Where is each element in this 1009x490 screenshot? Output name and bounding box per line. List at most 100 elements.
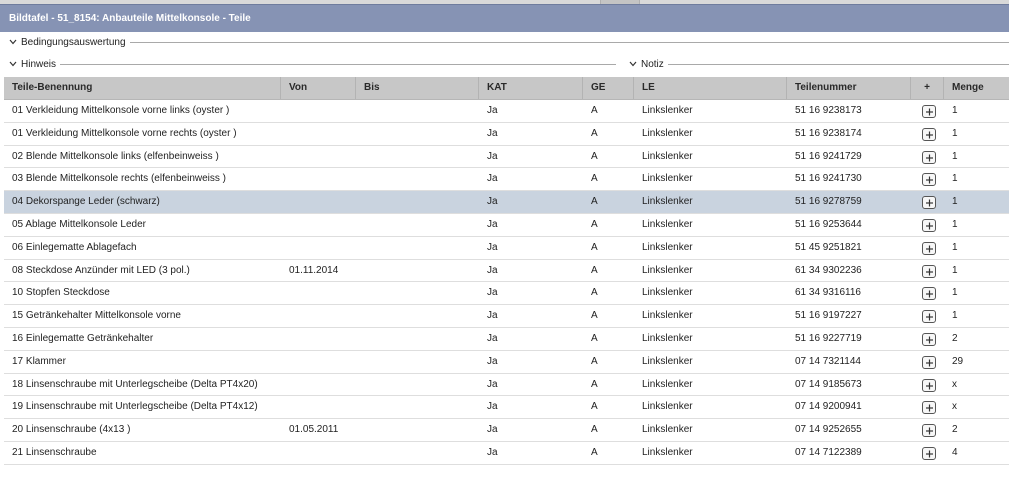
cell-teilenummer: 51 16 9278759	[795, 196, 862, 208]
section-hinweis[interactable]: Hinweis	[8, 57, 616, 71]
cell-bis	[356, 396, 479, 418]
cell-name: 05 Ablage Mittelkonsole Leder	[12, 218, 146, 230]
table-row[interactable]: 05 Ablage Mittelkonsole Leder Ja A Linkslen…	[4, 213, 1009, 237]
cell-teilenummer: 07 14 7122389	[795, 446, 862, 458]
cell-ge: A	[591, 150, 598, 162]
add-to-cart-button[interactable]	[922, 218, 936, 232]
cell-name: 17 Klammer	[12, 355, 66, 367]
cell-von	[281, 305, 356, 327]
add-to-cart-button[interactable]	[922, 287, 936, 301]
table-row[interactable]: 01 Verkleidung Mittelkonsole vorne recht…	[4, 122, 1009, 146]
cell-bis	[356, 351, 479, 373]
table-row[interactable]: 19 Linsenschraube mit Unterlegscheibe (D…	[4, 396, 1009, 420]
plus-icon	[926, 268, 933, 276]
add-to-cart-button[interactable]	[922, 196, 936, 210]
cell-von	[281, 328, 356, 350]
table-row[interactable]: 06 Einlegematte Ablagefach Ja A Linkslenker…	[4, 236, 1009, 260]
cell-le: Linkslenker	[642, 127, 693, 139]
cell-name: 20 Linsenschraube (4x13 )	[12, 424, 131, 436]
cell-von	[281, 146, 356, 168]
col-header-name[interactable]: Teile-Benennung	[4, 77, 281, 99]
section-notiz[interactable]: Notiz	[628, 57, 1009, 71]
col-header-plus[interactable]: +	[911, 77, 944, 99]
add-to-cart-button[interactable]	[922, 150, 936, 164]
add-to-cart-button[interactable]	[922, 310, 936, 324]
cell-menge: 4	[952, 446, 958, 458]
cell-le: Linkslenker	[642, 446, 693, 458]
section-bedingungsauswertung[interactable]: Bedingungsauswertung	[8, 35, 1009, 49]
table-row[interactable]: 01 Verkleidung Mittelkonsole vorne links…	[4, 100, 1009, 123]
table-row[interactable]: 03 Blende Mittelkonsole rechts (elfenbei…	[4, 168, 1009, 192]
chevron-down-icon	[9, 39, 17, 45]
add-to-cart-button[interactable]	[922, 424, 936, 438]
table-row[interactable]: 10 Stopfen Steckdose Ja A Linkslenker 61 34 …	[4, 282, 1009, 306]
col-header-ge[interactable]: GE	[583, 77, 634, 99]
cell-kat: Ja	[487, 127, 498, 139]
col-header-teilenummer[interactable]: Teilenummer	[787, 77, 911, 99]
cell-teilenummer: 51 16 9238174	[795, 127, 862, 139]
cell-bis	[356, 146, 479, 168]
table-row[interactable]: 21 Linsenschraube Ja A Linkslenker 07 14 712…	[4, 441, 1009, 465]
cell-kat: Ja	[487, 150, 498, 162]
add-to-cart-button[interactable]	[922, 105, 936, 118]
add-to-cart-button[interactable]	[922, 378, 936, 392]
cell-kat: Ja	[487, 401, 498, 413]
cell-teilenummer: 07 14 7321144	[795, 355, 861, 367]
cell-bis	[356, 100, 479, 122]
cell-teilenummer: 51 16 9253644	[795, 218, 862, 230]
cell-von	[281, 123, 356, 145]
table-row[interactable]: 16 Einlegematte Getränkehalter Ja A Linksle…	[4, 327, 1009, 351]
col-header-menge[interactable]: Menge	[944, 77, 1009, 99]
cell-kat: Ja	[487, 105, 498, 116]
add-to-cart-button[interactable]	[922, 355, 936, 369]
add-to-cart-button[interactable]	[922, 241, 936, 255]
cell-kat: Ja	[487, 173, 498, 185]
cell-menge: x	[952, 401, 957, 413]
plus-icon	[926, 359, 933, 367]
table-row[interactable]: 02 Blende Mittelkonsole links (elfenbein…	[4, 145, 1009, 169]
table-row[interactable]: 15 Getränkehalter Mittelkonsole vorne Ja A…	[4, 305, 1009, 328]
col-header-kat[interactable]: KAT	[479, 77, 583, 99]
col-header-bis[interactable]: Bis	[356, 77, 479, 99]
cell-le: Linkslenker	[642, 310, 693, 322]
col-header-le[interactable]: LE	[634, 77, 787, 99]
cell-ge: A	[591, 287, 598, 299]
cell-le: Linkslenker	[642, 287, 693, 299]
add-to-cart-button[interactable]	[922, 401, 936, 415]
cell-name: 01 Verkleidung Mittelkonsole vorne links…	[12, 105, 230, 116]
cell-menge: 1	[952, 150, 958, 162]
section-divider	[129, 41, 1009, 43]
plus-icon	[926, 382, 933, 390]
cell-bis	[356, 282, 479, 304]
table-row[interactable]: 20 Linsenschraube (4x13 ) 01.05.2011 Ja A Li…	[4, 419, 1009, 442]
plus-icon	[926, 154, 933, 162]
cell-name: 06 Einlegematte Ablagefach	[12, 241, 137, 253]
cell-von	[281, 168, 356, 190]
cell-teilenummer: 51 16 9238173	[795, 105, 862, 116]
cell-le: Linkslenker	[642, 264, 693, 276]
cell-le: Linkslenker	[642, 424, 693, 436]
table-row[interactable]: 17 Klammer Ja A Linkslenker 07 14 7321144 29	[4, 350, 1009, 374]
cell-menge: 2	[952, 424, 958, 436]
add-to-cart-button[interactable]	[922, 332, 936, 346]
cell-ge: A	[591, 378, 598, 390]
cell-menge: 1	[952, 173, 958, 185]
table-row[interactable]: 08 Steckdose Anzünder mit LED (3 pol.) 01…	[4, 259, 1009, 283]
cell-teilenummer: 51 16 9227719	[795, 332, 862, 344]
add-to-cart-button[interactable]	[922, 127, 936, 141]
cell-le: Linkslenker	[642, 150, 693, 162]
plus-icon	[926, 199, 933, 207]
cell-le: Linkslenker	[642, 105, 693, 116]
add-to-cart-button[interactable]	[922, 264, 936, 278]
cell-le: Linkslenker	[642, 173, 693, 185]
cell-le: Linkslenker	[642, 355, 693, 367]
cell-ge: A	[591, 127, 598, 139]
cell-ge: A	[591, 196, 598, 208]
add-to-cart-button[interactable]	[922, 173, 936, 187]
col-header-von[interactable]: Von	[281, 77, 356, 99]
add-to-cart-button[interactable]	[922, 446, 936, 460]
table-row[interactable]: 18 Linsenschraube mit Unterlegscheibe (D…	[4, 373, 1009, 397]
plus-icon	[926, 131, 933, 139]
plus-icon	[926, 245, 933, 253]
table-row[interactable]: 04 Dekorspange Leder (schwarz) Ja A Linksle…	[4, 191, 1009, 214]
